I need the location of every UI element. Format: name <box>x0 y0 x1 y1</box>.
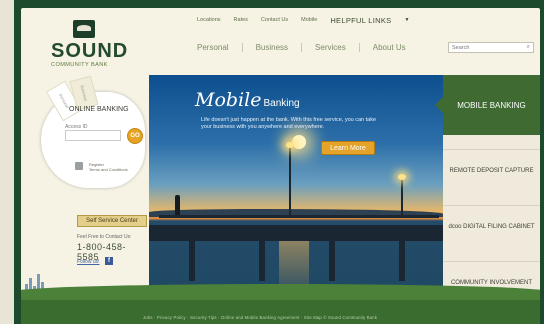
hero-title-plain: Banking <box>263 98 300 109</box>
person-silhouette <box>175 195 180 215</box>
search-icon[interactable]: ⌕ <box>527 44 530 51</box>
feature-digital-filing[interactable]: dcoo DIGITAL FILING CABINET <box>443 205 540 247</box>
facebook-icon[interactable]: f <box>105 257 113 265</box>
go-button[interactable]: GO <box>127 128 143 144</box>
nav-personal[interactable]: Personal <box>197 43 243 52</box>
pier-pile <box>259 241 265 281</box>
self-service-button[interactable]: Self Service Center <box>77 215 147 227</box>
hero-title-script: Mobile <box>195 89 262 111</box>
footer-links[interactable]: Jobs · Privacy Policy · Security Tips · … <box>143 315 377 320</box>
logo-name[interactable]: SOUND <box>51 40 128 63</box>
feature-menu: MOBILE BANKING REMOTE DEPOSIT CAPTURE dc… <box>435 75 540 303</box>
util-link-rates[interactable]: Rates <box>234 17 248 23</box>
hero-text: Life doesn't just happen at the bank. Wi… <box>201 117 377 130</box>
feature-mobile-banking[interactable]: MOBILE BANKING <box>435 75 540 135</box>
contact-label: Feel Free to Contact Us: <box>77 234 132 240</box>
register-links: Register Terms and Conditions <box>89 162 128 172</box>
website-page: Locations Rates Contact Us Mobile HELPFU… <box>21 8 540 324</box>
chevron-down-icon[interactable]: ▼ <box>405 17 410 23</box>
pier-pile <box>189 241 195 281</box>
main-nav: Personal Business Services About Us <box>197 43 419 52</box>
nav-services[interactable]: Services <box>302 43 360 52</box>
follow-us-link[interactable]: Follow us! <box>77 259 100 265</box>
terms-link[interactable]: Terms and Conditions <box>89 167 128 172</box>
search-input[interactable]: Search ⌕ <box>448 42 534 53</box>
helpful-links-dropdown[interactable]: HELPFUL LINKS <box>330 16 391 25</box>
util-link-mobile[interactable]: Mobile <box>301 17 317 23</box>
util-link-locations[interactable]: Locations <box>197 17 221 23</box>
util-link-contact[interactable]: Contact Us <box>261 17 288 23</box>
hero-banner[interactable]: Mobile Banking Life doesn't just happen a… <box>149 75 443 303</box>
utility-nav: Locations Rates Contact Us Mobile HELPFU… <box>197 14 409 26</box>
pier-pile <box>329 241 335 281</box>
lamp-post <box>398 174 406 217</box>
logo-icon[interactable] <box>73 20 95 38</box>
logo-subtitle: COMMUNITY BANK <box>51 62 108 68</box>
online-banking-title: ONLINE BANKING <box>69 106 129 113</box>
lamp-post <box>286 142 294 217</box>
feature-remote-deposit[interactable]: REMOTE DEPOSIT CAPTURE <box>443 149 540 191</box>
left-panel: Personal Business ONLINE BANKING Access … <box>35 75 147 320</box>
pier-rail <box>159 215 439 218</box>
access-id-input[interactable] <box>65 130 121 141</box>
hero-title: Mobile Banking <box>195 89 300 111</box>
search-placeholder: Search <box>452 45 470 51</box>
nav-about-us[interactable]: About Us <box>360 43 419 52</box>
sunset-image <box>292 135 306 149</box>
learn-more-button[interactable]: Learn More <box>321 141 375 155</box>
lock-icon <box>75 162 83 170</box>
pier-pile <box>399 241 405 281</box>
nav-business[interactable]: Business <box>243 43 303 52</box>
pier-deck <box>149 225 443 241</box>
